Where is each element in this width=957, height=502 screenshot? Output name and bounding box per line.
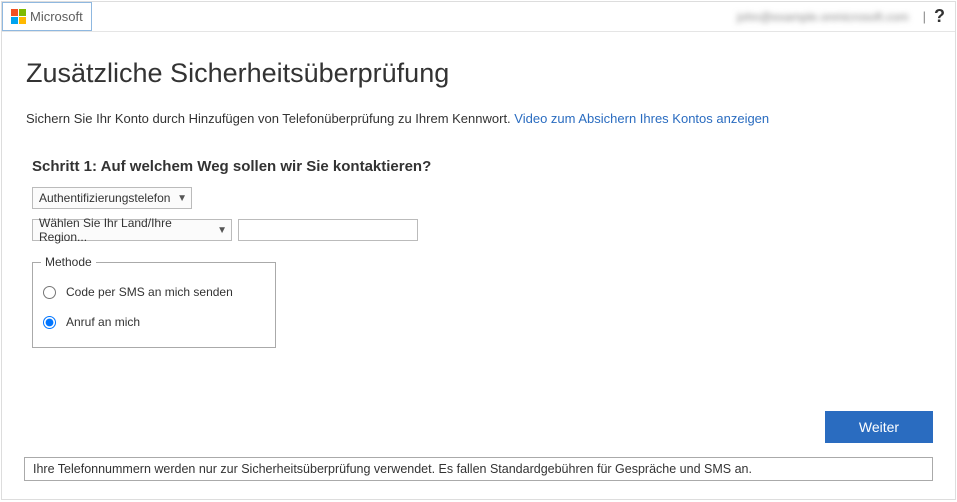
region-selected: Wählen Sie Ihr Land/Ihre Region... [39, 216, 211, 244]
divider: | [923, 9, 926, 24]
next-button[interactable]: Weiter [825, 411, 933, 443]
brand-label: Microsoft [30, 9, 83, 24]
contact-method-selected: Authentifizierungstelefon [39, 191, 170, 205]
method-legend: Methode [41, 255, 96, 269]
radio-sms[interactable] [43, 286, 56, 299]
region-select[interactable]: Wählen Sie Ihr Land/Ihre Region... ▼ [32, 219, 232, 241]
microsoft-logo-icon [11, 9, 26, 24]
video-link[interactable]: Video zum Absichern Ihres Kontos anzeige… [514, 111, 769, 126]
brand-logo: Microsoft [2, 2, 92, 31]
radio-sms-row[interactable]: Code per SMS an mich senden [41, 277, 267, 307]
user-email: john@example.onmicrosoft.com [737, 10, 909, 24]
intro-text: Sichern Sie Ihr Konto durch Hinzufügen v… [26, 111, 931, 126]
help-button[interactable]: ? [934, 6, 945, 27]
phone-input[interactable] [238, 219, 418, 241]
chevron-down-icon: ▼ [177, 193, 187, 204]
page-frame: Microsoft john@example.onmicrosoft.com |… [1, 1, 956, 500]
contact-method-select[interactable]: Authentifizierungstelefon ▼ [32, 187, 192, 209]
radio-call-label: Anruf an mich [66, 315, 140, 329]
footer-note: Ihre Telefonnummern werden nur zur Siche… [24, 457, 933, 481]
method-fieldset: Methode Code per SMS an mich senden Anru… [32, 255, 276, 348]
page-title: Zusätzliche Sicherheitsüberprüfung [26, 58, 931, 89]
content-area: Zusätzliche Sicherheitsüberprüfung Siche… [2, 32, 955, 358]
radio-call-row[interactable]: Anruf an mich [41, 307, 267, 337]
intro-text-static: Sichern Sie Ihr Konto durch Hinzufügen v… [26, 111, 514, 126]
header-bar: Microsoft john@example.onmicrosoft.com |… [2, 2, 955, 32]
chevron-down-icon: ▼ [217, 225, 227, 236]
step1-heading: Schritt 1: Auf welchem Weg sollen wir Si… [32, 158, 931, 175]
radio-call[interactable] [43, 316, 56, 329]
radio-sms-label: Code per SMS an mich senden [66, 285, 233, 299]
